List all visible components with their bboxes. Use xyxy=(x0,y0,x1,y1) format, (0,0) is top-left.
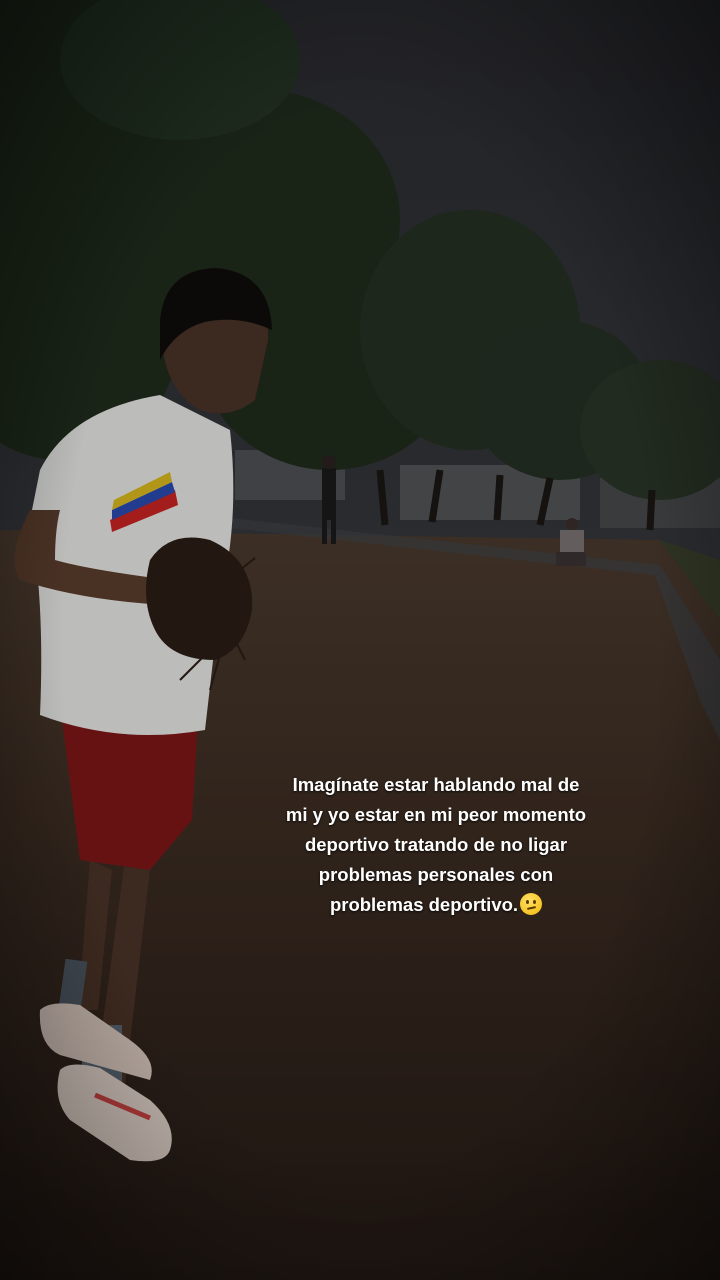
caption-line-3: deportivo tratando de no ligar xyxy=(304,834,568,855)
caption-line-5: problemas deportivo. xyxy=(329,894,519,915)
caption-line-1: Imagínate estar hablando mal de xyxy=(292,774,580,795)
confused-face-icon xyxy=(520,893,543,915)
caption-line-5-wrap: problemas deportivo. xyxy=(250,890,622,920)
caption-line-2: mi y yo estar en mi peor momento xyxy=(285,804,587,825)
background-photo xyxy=(0,0,720,1280)
caption-text: Imagínate estar hablando mal de mi y yo … xyxy=(250,770,622,920)
caption-line-4: problemas personales con xyxy=(318,864,554,885)
